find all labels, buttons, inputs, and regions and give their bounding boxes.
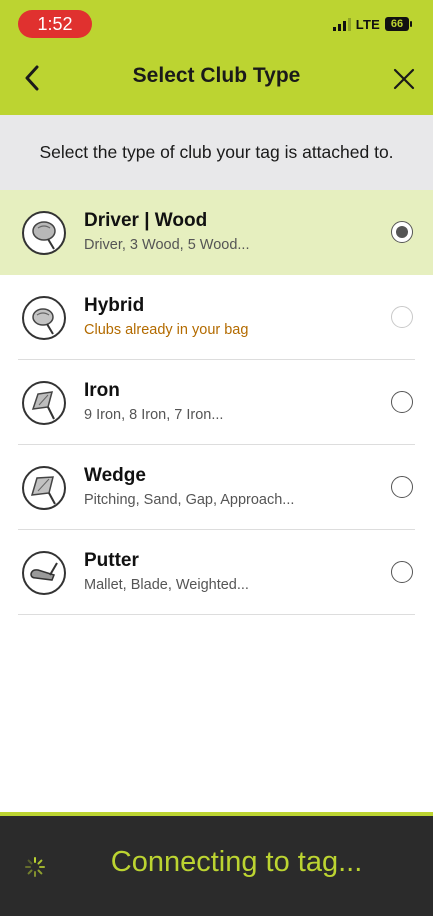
club-option-subtitle: 9 Iron, 8 Iron, 7 Iron... [84,407,224,423]
radio-unselected[interactable] [391,391,413,413]
page-title: Select Club Type [132,64,301,87]
club-option-subtitle: Pitching, Sand, Gap, Approach... [84,492,295,508]
status-indicators: LTE 66 [332,14,412,34]
close-button[interactable] [387,62,421,96]
connection-status-bar: Connecting to tag... [0,812,433,916]
network-label: LTE [355,16,380,32]
signal-icon [332,17,351,31]
instruction-text: Select the type of club your tag is atta… [0,115,433,190]
club-option-title: Driver | Wood [84,210,208,231]
radio-unselected[interactable] [391,476,413,498]
loading-spinner-icon [25,857,45,877]
club-option-title: Iron [84,380,120,401]
back-button[interactable] [16,60,48,96]
club-option-title: Wedge [84,465,146,486]
club-option-driver-wood[interactable]: Driver | Wood Driver, 3 Wood, 5 Wood... [0,190,433,275]
club-option-iron[interactable]: Iron 9 Iron, 8 Iron, 7 Iron... [0,360,433,445]
radio-selected[interactable] [391,221,413,243]
club-option-subtitle: Driver, 3 Wood, 5 Wood... [84,237,250,253]
status-time: 1:52 [18,10,92,38]
chevron-left-icon [25,65,39,91]
club-option-wedge[interactable]: Wedge Pitching, Sand, Gap, Approach... [0,445,433,530]
radio-disabled [391,306,413,328]
club-option-title: Hybrid [84,295,145,316]
club-option-subtitle: Clubs already in your bag [84,322,249,338]
club-option-title: Putter [84,550,139,571]
hybrid-club-icon [22,296,66,340]
putter-club-icon [22,551,66,595]
club-type-list: Driver | Wood Driver, 3 Wood, 5 Wood... … [0,190,433,615]
wedge-club-icon [22,466,66,510]
driver-club-icon [22,211,66,255]
battery-icon: 66 [385,17,412,31]
club-option-putter[interactable]: Putter Mallet, Blade, Weighted... [0,530,433,615]
header-bar: 1:52 LTE 66 Select Club Type [0,0,433,115]
divider [18,614,415,615]
club-option-hybrid[interactable]: Hybrid Clubs already in your bag [0,275,433,360]
close-icon [393,68,415,90]
radio-unselected[interactable] [391,561,413,583]
connection-status-text: Connecting to tag... [110,846,363,878]
iron-club-icon [22,381,66,425]
club-option-subtitle: Mallet, Blade, Weighted... [84,577,249,593]
